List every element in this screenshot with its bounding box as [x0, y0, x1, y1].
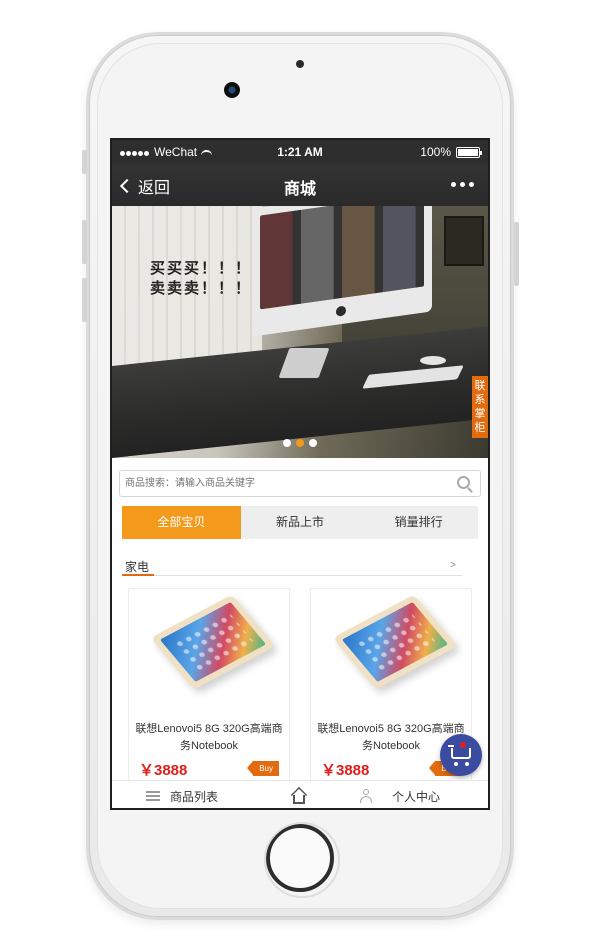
carousel-dot[interactable] — [283, 439, 291, 447]
search-icon[interactable] — [457, 476, 470, 489]
page-title: 商城 — [283, 181, 316, 198]
tab-profile-label: 个人中心 — [392, 789, 441, 804]
banner-slogan: 买买买！！！ 卖卖卖！！！ — [150, 258, 252, 298]
status-bar: WeChat 1:21 AM 100% — [112, 140, 488, 164]
battery-icon — [456, 146, 482, 158]
carousel-dot-active[interactable] — [296, 439, 304, 447]
apple-logo-icon — [336, 305, 346, 317]
section-more-link[interactable]: > — [450, 560, 456, 571]
tab-product-list-label: 商品列表 — [170, 789, 219, 804]
list-icon — [146, 791, 160, 801]
front-camera — [224, 82, 240, 98]
bottom-tab-bar: 商品列表 个人中心 — [112, 780, 488, 808]
cart-icon — [448, 745, 454, 747]
speaker-dot — [296, 60, 304, 68]
section-underline — [122, 574, 154, 576]
cart-button[interactable] — [440, 734, 482, 776]
tab-all-products[interactable]: 全部宝贝 — [122, 506, 241, 539]
search-bar — [119, 470, 481, 497]
product-price: ￥3888 — [321, 762, 370, 779]
product-name: 联想Lenovoi5 8G 320G高端商务Notebook — [135, 723, 283, 752]
buy-button[interactable]: Buy — [247, 761, 279, 776]
home-icon — [290, 786, 308, 805]
tablet-screen — [341, 602, 449, 682]
user-icon — [360, 789, 372, 803]
carousel-dot[interactable] — [309, 439, 317, 447]
banner-slogan-line1: 买买买！！！ — [150, 259, 253, 277]
product-price: ￥3888 — [139, 762, 188, 779]
cart-wheel — [454, 762, 458, 766]
tab-new-arrivals[interactable]: 新品上市 — [241, 506, 360, 539]
battery-level — [458, 148, 478, 156]
section-title: 家电 — [125, 560, 150, 574]
power-button — [514, 222, 519, 286]
product-card[interactable]: 联想Lenovoi5 8G 320G高端商务Notebook ￥3888 Buy — [128, 588, 290, 788]
tablet-screen — [159, 602, 267, 682]
cart-badge — [460, 742, 466, 748]
mute-switch — [82, 150, 87, 174]
cart-icon-body — [451, 748, 471, 759]
more-dots-icon[interactable] — [451, 182, 474, 187]
product-image — [150, 594, 276, 690]
monitor-screen — [260, 206, 424, 310]
carousel-indicators — [112, 439, 488, 447]
section-header: 家电 > — [122, 556, 462, 576]
banner-mouse — [420, 356, 446, 365]
contact-seller-tab[interactable]: 联系掌柜 — [472, 376, 488, 438]
search-input[interactable] — [120, 471, 440, 496]
battery-percent: 100% — [420, 145, 451, 159]
cart-wheel — [465, 762, 469, 766]
home-button[interactable] — [264, 822, 340, 898]
nav-bar: 返回 商城 — [112, 164, 488, 206]
banner-slogan-line2: 卖卖卖！！！ — [150, 279, 253, 297]
banner-picture-frame — [444, 216, 484, 266]
product-tabs: 全部宝贝 新品上市 销量排行 — [122, 506, 478, 539]
product-grid: 联想Lenovoi5 8G 320G高端商务Notebook ￥3888 Buy… — [128, 588, 472, 788]
tab-product-list[interactable]: 商品列表 — [146, 781, 219, 808]
tab-home[interactable] — [290, 781, 308, 808]
tab-profile[interactable]: 个人中心 — [360, 781, 441, 808]
volume-down-button — [82, 278, 87, 322]
banner-carousel[interactable]: 买买买！！！ 卖卖卖！！！ 联系掌柜 — [112, 206, 488, 458]
volume-up-button — [82, 220, 87, 264]
product-image — [332, 594, 458, 690]
phone-screen: WeChat 1:21 AM 100% 返回 商城 买买买！！！ 卖卖卖！！！ … — [110, 138, 490, 810]
status-right: 100% — [420, 145, 482, 159]
tab-sales-ranking[interactable]: 销量排行 — [359, 506, 478, 539]
